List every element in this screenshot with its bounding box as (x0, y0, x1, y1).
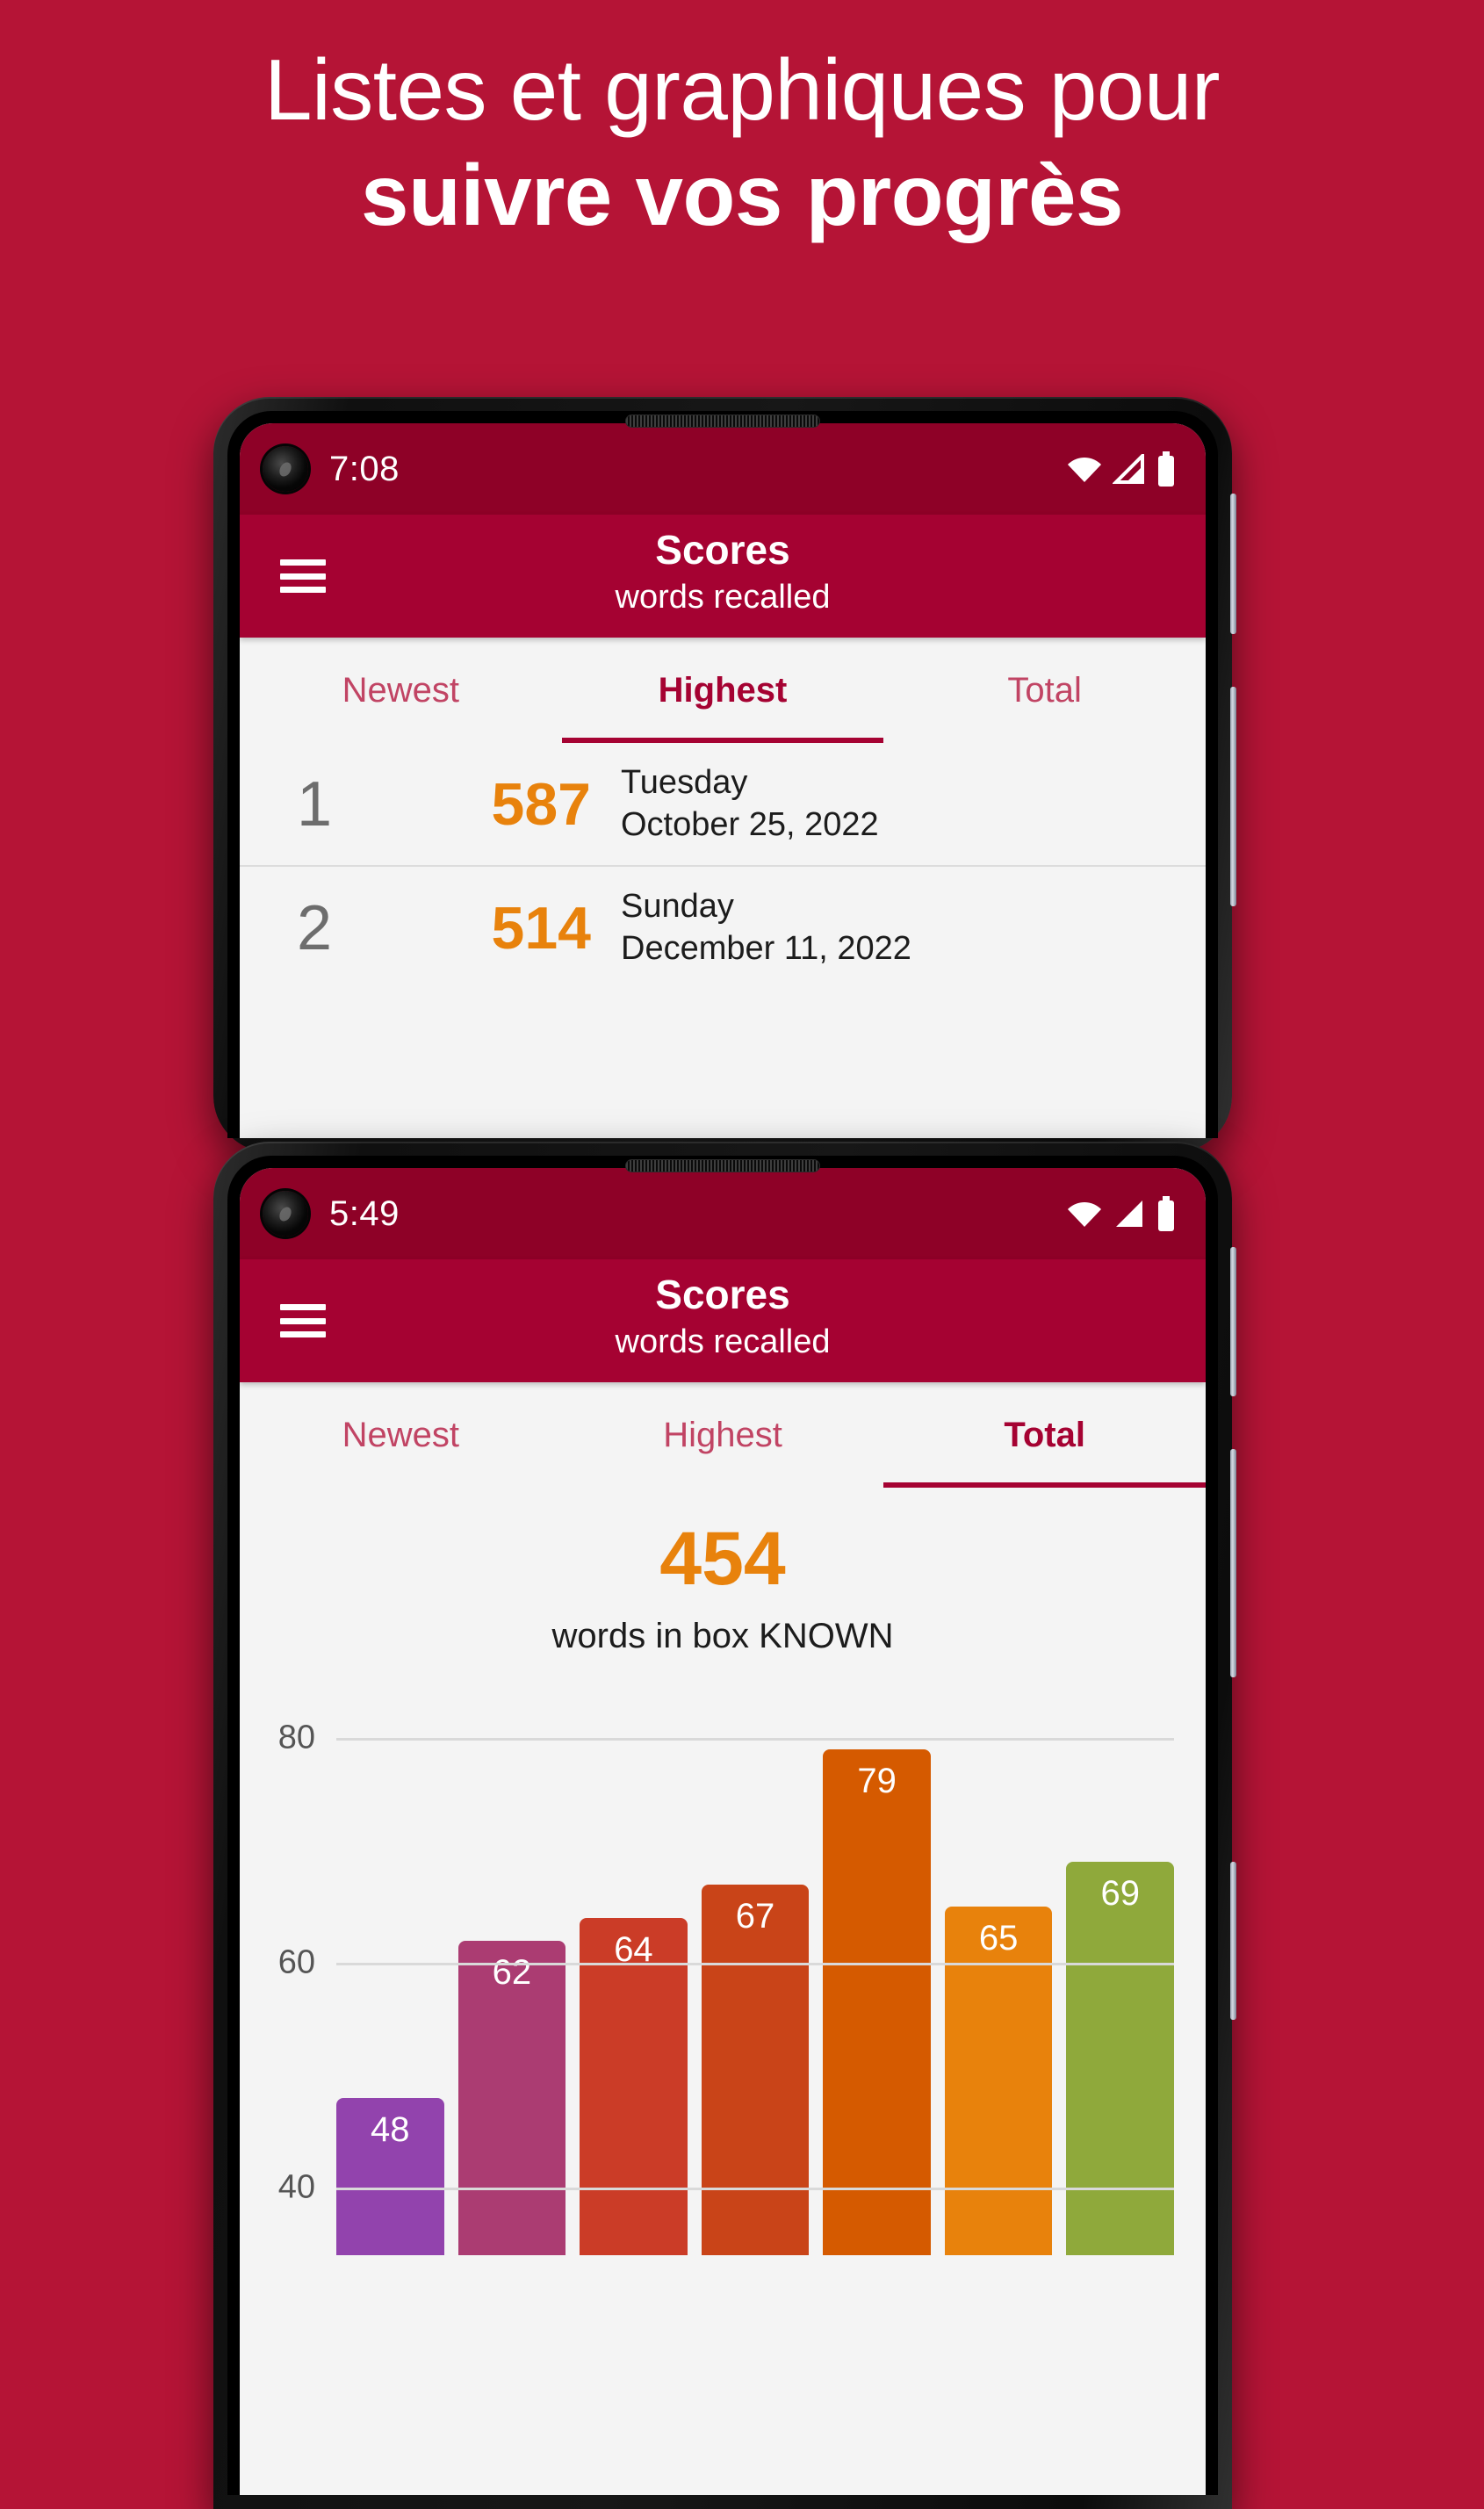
score-rank: 1 (296, 768, 333, 840)
chart-gridline (336, 1963, 1174, 1966)
tab-newest[interactable]: Newest (240, 638, 562, 743)
score-weekday: Tuesday (621, 764, 748, 802)
status-time: 7:08 (329, 449, 400, 488)
score-value: 587 (491, 770, 591, 838)
signal-icon (1113, 454, 1144, 484)
phone-mockup-scores-total: 5:49 Scores words recalled Newest Highes… (213, 1142, 1236, 2509)
earpiece-speaker-grille (626, 1160, 819, 1172)
progress-bar-chart: 48 62 64 67 79 65 69 40 60 80 (240, 1693, 1206, 2255)
status-time: 5:49 (329, 1193, 400, 1233)
total-summary: 454 words in box KNOWN 48 62 64 67 79 65 69 40… (240, 1488, 1206, 2255)
tab-newest[interactable]: Newest (240, 1382, 562, 1488)
chart-bar[interactable]: 69 (1066, 1861, 1175, 2255)
chart-gridline (336, 1738, 1174, 1741)
status-icon-group (1067, 451, 1176, 487)
chart-bar[interactable]: 64 (580, 1917, 688, 2255)
score-date: Tuesday October 25, 2022 (591, 762, 879, 846)
power-button[interactable] (1230, 494, 1236, 634)
promo-headline: Listes et graphiques pour suivre vos pro… (0, 41, 1484, 244)
total-label: words in box KNOWN (551, 1616, 894, 1655)
chart-bar[interactable]: 48 (336, 2097, 444, 2255)
chart-bar-value-label: 64 (614, 1929, 653, 1969)
phone1-app-bar: Scores words recalled (240, 515, 1206, 638)
status-icon-group (1067, 1196, 1176, 1231)
battery-icon (1158, 1196, 1174, 1231)
chart-y-tick-label: 80 (277, 1719, 315, 1756)
signal-icon (1116, 1200, 1142, 1227)
chart-bar[interactable]: 62 (457, 1940, 566, 2255)
phone2-tab-bar: Newest Highest Total (240, 1382, 1206, 1489)
total-count: 454 (659, 1517, 786, 1602)
score-list: 1 587 Tuesday October 25, 2022 2 514 Sun… (240, 743, 1206, 990)
chart-bar[interactable]: 65 (944, 1907, 1053, 2255)
headline-line-2: suivre vos progrès (361, 146, 1123, 243)
headline-line-1: Listes et graphiques pour (264, 41, 1221, 138)
table-row[interactable]: 1 587 Tuesday October 25, 2022 (240, 743, 1206, 868)
volume-button[interactable] (1230, 687, 1236, 906)
page-subtitle: words recalled (615, 1323, 831, 1360)
page-title: Scores (655, 1272, 790, 1317)
score-value: 514 (491, 894, 591, 962)
phone2-app-bar-titles: Scores words recalled (240, 1272, 1206, 1363)
chart-bars: 48 62 64 67 79 65 69 (336, 1693, 1175, 2255)
chart-y-tick-label: 40 (277, 2168, 315, 2206)
tab-highest[interactable]: Highest (561, 638, 884, 744)
table-row[interactable]: 2 514 Sunday December 11, 2022 (240, 867, 1206, 989)
wifi-icon (1068, 458, 1101, 482)
chart-y-tick-label: 60 (277, 1943, 315, 1981)
chart-bar-value-label: 65 (978, 1919, 1019, 1958)
chart-bar-value-label: 69 (1100, 1873, 1141, 1913)
phone1-app-bar-titles: Scores words recalled (240, 527, 1206, 618)
tab-highest[interactable]: Highest (562, 1382, 884, 1488)
hamburger-menu-icon[interactable] (280, 1304, 326, 1338)
phone2-status-bar: 5:49 (240, 1168, 1206, 1259)
front-camera-icon (263, 446, 308, 492)
assistant-button[interactable] (1230, 1862, 1236, 2020)
chart-bar[interactable]: 79 (823, 1748, 931, 2255)
page-subtitle: words recalled (615, 578, 831, 616)
tab-total[interactable]: Total (883, 638, 1206, 743)
phone1-screen: 7:08 Scores words recalled Newest Highes… (240, 423, 1206, 1138)
phone1-status-bar: 7:08 (240, 423, 1206, 515)
phone1-bezel: 7:08 Scores words recalled Newest Highes… (227, 411, 1218, 1138)
volume-button[interactable] (1230, 1449, 1236, 1677)
chart-bar[interactable]: 67 (701, 1884, 810, 2255)
chart-bar-value-label: 79 (857, 1761, 897, 1800)
score-full-date: October 25, 2022 (621, 805, 879, 843)
battery-icon (1158, 451, 1174, 487)
score-date: Sunday December 11, 2022 (591, 886, 911, 970)
phone2-app-bar: Scores words recalled (240, 1259, 1206, 1383)
hamburger-menu-icon[interactable] (280, 559, 326, 594)
wifi-icon (1068, 1202, 1101, 1227)
phone-mockup-scores-highest: 7:08 Scores words recalled Newest Highes… (213, 397, 1236, 1152)
chart-gridline (336, 2188, 1174, 2191)
earpiece-speaker-grille (626, 415, 819, 427)
power-button[interactable] (1230, 1247, 1236, 1396)
chart-bar-value-label: 67 (735, 1896, 775, 1936)
chart-bar-value-label: 62 (492, 1952, 532, 1992)
page-title: Scores (655, 527, 790, 573)
chart-bar-value-label: 48 (371, 2109, 410, 2149)
score-rank: 2 (296, 892, 333, 963)
phone2-bezel: 5:49 Scores words recalled Newest Highes… (227, 1156, 1218, 2495)
score-weekday: Sunday (621, 888, 734, 926)
tab-total[interactable]: Total (883, 1382, 1206, 1489)
score-full-date: December 11, 2022 (621, 929, 911, 967)
phone2-screen: 5:49 Scores words recalled Newest Highes… (240, 1168, 1206, 2495)
front-camera-icon (263, 1191, 308, 1236)
phone1-tab-bar: Newest Highest Total (240, 638, 1206, 744)
